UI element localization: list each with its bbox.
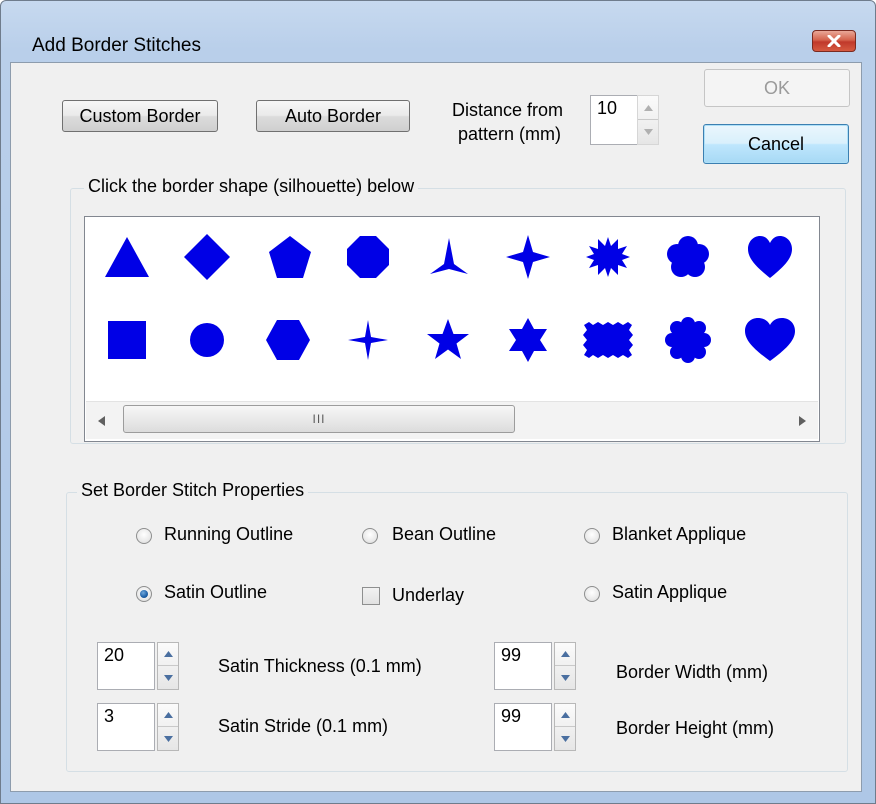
arrow-up-icon — [560, 651, 570, 657]
title-bar[interactable] — [1, 1, 875, 31]
satin-stride-input[interactable]: 3 — [97, 703, 155, 751]
satin-thickness-spin-down[interactable] — [158, 666, 178, 689]
satin-thickness-label: Satin Thickness (0.1 mm) — [218, 656, 422, 676]
cancel-button[interactable]: Cancel — [703, 124, 849, 164]
border-height-spinner[interactable] — [554, 703, 576, 751]
running-outline-label[interactable]: Running Outline — [164, 524, 293, 545]
square-shape[interactable] — [102, 315, 152, 365]
heart-shape[interactable] — [745, 232, 795, 282]
circle-shape[interactable] — [182, 315, 232, 365]
auto-border-button[interactable]: Auto Border — [256, 100, 410, 132]
satin-applique-radio[interactable] — [584, 586, 600, 602]
satin-stride-label: Satin Stride (0.1 mm) — [218, 716, 389, 736]
border-width-label: Border Width (mm) — [616, 662, 769, 682]
border-height-input[interactable]: 99 — [494, 703, 552, 751]
distance-spin-up[interactable] — [638, 96, 658, 120]
distance-input[interactable]: 10 — [590, 95, 638, 145]
hexagon-shape[interactable] — [263, 315, 313, 365]
border-width-spinner[interactable] — [554, 642, 576, 690]
satin-thickness-input[interactable]: 20 — [97, 642, 155, 690]
border-width-input[interactable]: 99 — [494, 642, 552, 690]
distance-label-line2: pattern (mm) — [458, 124, 562, 144]
satin-outline-radio[interactable] — [136, 586, 152, 602]
underlay-label[interactable]: Underlay — [392, 585, 464, 606]
wavy-rectangle-shape[interactable] — [579, 315, 637, 365]
distance-spinner[interactable] — [637, 95, 659, 145]
satin-applique-label[interactable]: Satin Applique — [612, 582, 727, 603]
six-point-star-shape[interactable] — [503, 315, 553, 365]
running-outline-radio[interactable] — [136, 528, 152, 544]
satin-stride-spin-up[interactable] — [158, 704, 178, 727]
custom-border-button[interactable]: Custom Border — [62, 100, 218, 132]
close-icon — [827, 35, 841, 47]
distance-label-line1: Distance from — [452, 100, 564, 120]
arrow-up-icon — [163, 651, 173, 657]
four-point-star-shape[interactable] — [503, 232, 553, 282]
satin-thickness-spinner[interactable] — [157, 642, 179, 690]
three-point-star-shape[interactable] — [424, 232, 474, 282]
arrow-up-icon — [643, 104, 653, 111]
border-height-label: Border Height (mm) — [616, 718, 775, 738]
underlay-checkbox[interactable] — [362, 587, 380, 605]
ok-button[interactable]: OK — [704, 69, 850, 107]
shapes-group-title: Click the border shape (silhouette) belo… — [84, 176, 419, 197]
satin-outline-label[interactable]: Satin Outline — [164, 582, 267, 603]
rosette-shape[interactable] — [663, 315, 713, 365]
arrow-up-icon — [560, 712, 570, 718]
satin-stride-spin-down[interactable] — [158, 727, 178, 750]
satin-stride-spinner[interactable] — [157, 703, 179, 751]
starburst-shape[interactable] — [583, 232, 633, 282]
arrow-down-icon — [163, 735, 173, 742]
blanket-applique-label[interactable]: Blanket Applique — [612, 524, 746, 545]
distance-spin-down[interactable] — [638, 120, 658, 144]
scroll-right-arrow-icon[interactable] — [798, 416, 806, 426]
border-height-spin-up[interactable] — [555, 704, 575, 727]
border-width-spin-down[interactable] — [555, 666, 575, 689]
satin-thickness-spin-up[interactable] — [158, 643, 178, 666]
scroll-left-arrow-icon[interactable] — [98, 416, 106, 426]
arrow-down-icon — [560, 735, 570, 742]
border-width-spin-up[interactable] — [555, 643, 575, 666]
dialog-title: Add Border Stitches — [32, 35, 201, 56]
bean-outline-label[interactable]: Bean Outline — [392, 524, 496, 545]
triangle-shape[interactable] — [102, 232, 152, 282]
five-point-star-shape[interactable] — [423, 315, 473, 365]
arrow-down-icon — [560, 674, 570, 681]
bean-outline-radio[interactable] — [362, 528, 378, 544]
thin-four-point-star-shape[interactable] — [343, 315, 393, 365]
arrow-up-icon — [163, 712, 173, 718]
arrow-down-icon — [163, 674, 173, 681]
close-button[interactable] — [812, 30, 856, 52]
shapes-list[interactable]: III — [84, 216, 820, 442]
arrow-down-icon — [643, 129, 653, 135]
pentagon-shape[interactable] — [265, 232, 315, 282]
diamond-shape[interactable] — [182, 232, 232, 282]
flower-shape[interactable] — [663, 232, 713, 282]
blanket-applique-radio[interactable] — [584, 528, 600, 544]
scrollbar-grip-icon: III — [312, 412, 326, 426]
properties-group-title: Set Border Stitch Properties — [77, 480, 309, 501]
heart-large-shape[interactable] — [743, 315, 797, 365]
border-height-spin-down[interactable] — [555, 727, 575, 750]
octagon-shape[interactable] — [343, 232, 393, 282]
scrollbar-thumb[interactable]: III — [123, 405, 515, 433]
shapes-horizontal-scrollbar[interactable]: III — [86, 401, 818, 439]
